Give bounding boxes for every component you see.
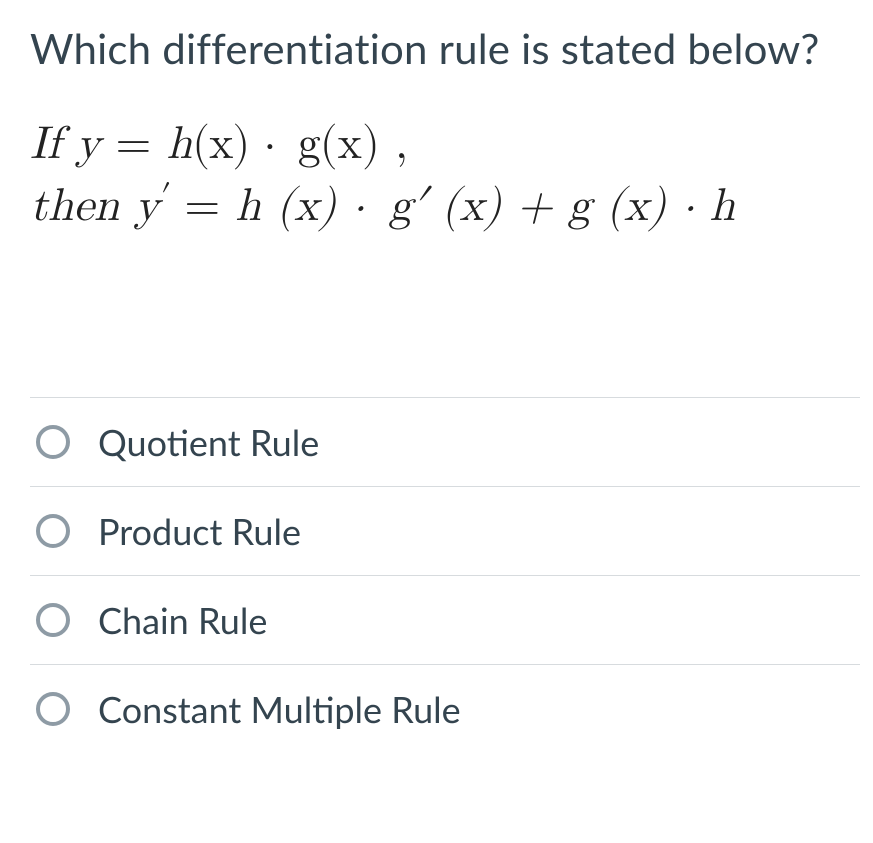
formula-line-2: then y′ = h (x) · g′ (x) + g (x) · h <box>30 175 873 237</box>
radio-icon <box>36 425 70 459</box>
formula-line1-rhs-b: (x) · g <box>192 121 320 167</box>
quiz-container: Which differentiation rule is stated bel… <box>0 0 873 753</box>
option-label: Quotient Rule <box>98 420 319 464</box>
formula-line1-rhs-c: (x) , <box>320 121 408 167</box>
option-quotient-rule[interactable]: Quotient Rule <box>30 397 860 486</box>
option-product-rule[interactable]: Product Rule <box>30 486 860 575</box>
formula-line2-eq: = <box>169 183 235 229</box>
radio-icon <box>36 603 70 637</box>
formula-line2-prefix: then y <box>30 183 159 229</box>
option-label: Product Rule <box>98 509 301 553</box>
options-list: Quotient Rule Product Rule Chain Rule Co… <box>30 397 860 753</box>
option-constant-multiple-rule[interactable]: Constant Multiple Rule <box>30 664 860 753</box>
option-label: Chain Rule <box>98 598 267 642</box>
question-text: Which differentiation rule is stated bel… <box>30 18 873 79</box>
option-label: Constant Multiple Rule <box>98 687 461 731</box>
radio-icon <box>36 514 70 548</box>
formula-line2-rhs: h (x) · g′ (x) + g (x) · h <box>235 183 735 229</box>
formula-block: If y = h(x) · g(x) , then y′ = h (x) · g… <box>30 113 873 237</box>
formula-line-1: If y = h(x) · g(x) , <box>30 113 873 175</box>
option-chain-rule[interactable]: Chain Rule <box>30 575 860 664</box>
formula-line1-prefix: If y <box>30 121 100 167</box>
radio-icon <box>36 692 70 726</box>
formula-line1-eq: = <box>100 121 166 167</box>
formula-line2-prime: ′ <box>161 181 171 213</box>
formula-line1-rhs-a: h <box>167 121 193 167</box>
